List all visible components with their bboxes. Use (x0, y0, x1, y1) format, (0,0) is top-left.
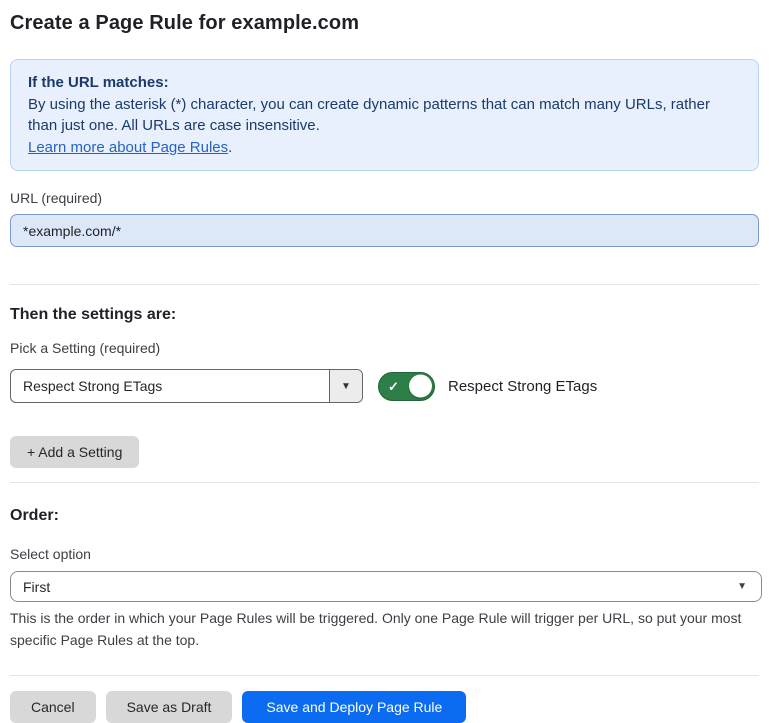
setting-select[interactable]: Respect Strong ETags ▼ (10, 369, 363, 403)
setting-row: Respect Strong ETags ▼ ✓ Respect Strong … (10, 369, 759, 403)
setting-toggle-label: Respect Strong ETags (448, 378, 597, 395)
check-icon: ✓ (388, 380, 399, 393)
page-rule-form: Create a Page Rule for example.com If th… (0, 0, 769, 723)
url-match-info-box: If the URL matches: By using the asteris… (10, 59, 759, 171)
divider (10, 482, 759, 483)
url-input[interactable] (10, 214, 759, 247)
cancel-button[interactable]: Cancel (10, 691, 96, 723)
divider (10, 675, 759, 676)
order-help-text: This is the order in which your Page Rul… (10, 607, 760, 651)
order-select-value: First (23, 579, 50, 595)
settings-section-heading: Then the settings are: (10, 306, 759, 323)
url-field-label: URL (required) (10, 191, 759, 206)
footer-actions: Cancel Save as Draft Save and Deploy Pag… (10, 691, 759, 723)
save-as-draft-button[interactable]: Save as Draft (106, 691, 233, 723)
info-box-heading: If the URL matches: (28, 72, 741, 94)
page-title: Create a Page Rule for example.com (10, 10, 759, 36)
pick-setting-label: Pick a Setting (required) (10, 341, 759, 356)
divider (10, 284, 759, 285)
toggle-knob (409, 375, 432, 398)
order-section-heading: Order: (10, 507, 759, 524)
info-box-body: By using the asterisk (*) character, you… (28, 94, 741, 137)
setting-toggle[interactable]: ✓ (378, 372, 435, 401)
add-setting-button[interactable]: + Add a Setting (10, 436, 139, 468)
order-select[interactable]: First ▼ (10, 571, 762, 602)
link-suffix: . (228, 139, 232, 156)
setting-toggle-group: ✓ Respect Strong ETags (378, 372, 597, 401)
chevron-down-icon: ▼ (737, 581, 747, 592)
info-box-link-line: Learn more about Page Rules. (28, 137, 741, 159)
setting-select-arrow-button[interactable]: ▼ (329, 370, 362, 402)
order-select-label: Select option (10, 547, 759, 562)
save-and-deploy-button[interactable]: Save and Deploy Page Rule (242, 691, 466, 723)
setting-select-value: Respect Strong ETags (11, 370, 329, 402)
dropdown-arrow-icon: ▼ (341, 381, 351, 392)
learn-more-link[interactable]: Learn more about Page Rules (28, 139, 228, 156)
